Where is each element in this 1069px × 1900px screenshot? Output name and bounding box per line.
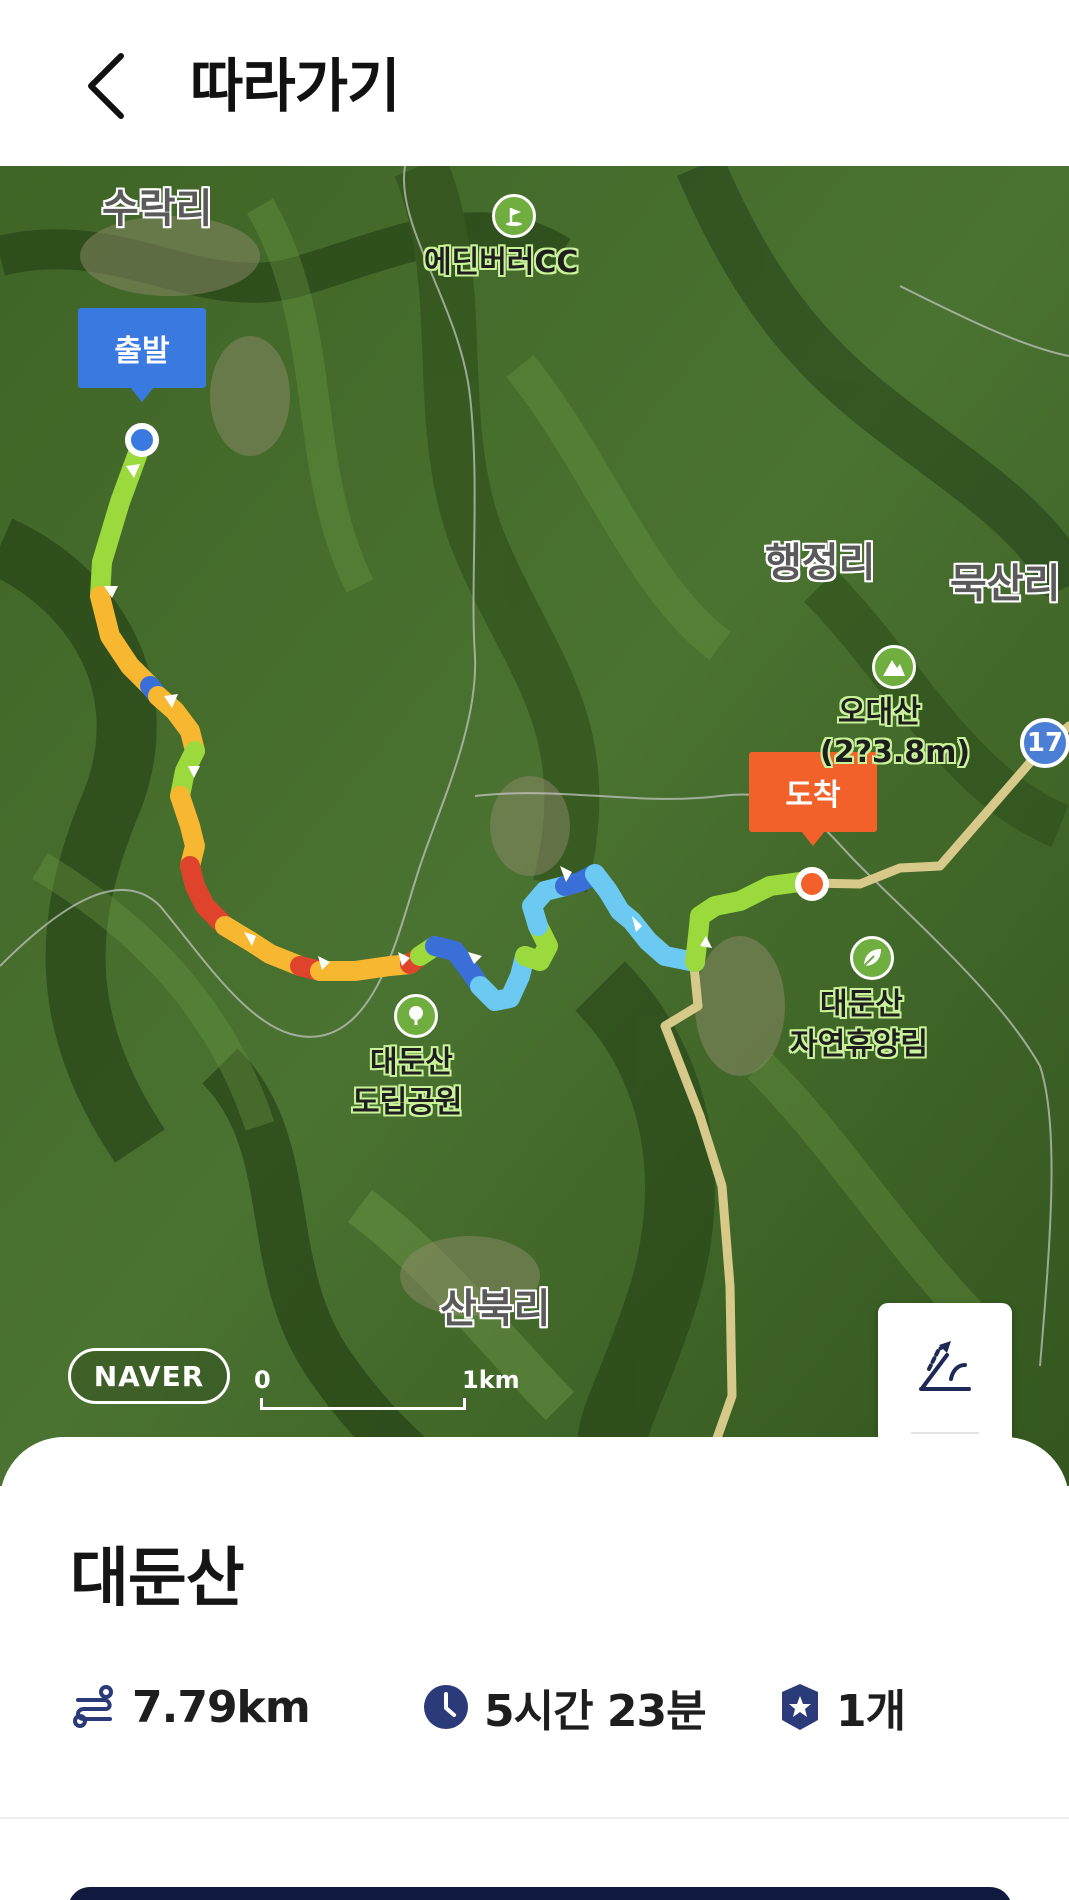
poi-label-park-line2: 도립공원 <box>352 1085 463 1120</box>
chevron-left-icon <box>88 53 124 119</box>
back-button[interactable] <box>70 45 140 127</box>
scale-bar <box>260 1398 466 1410</box>
naver-logo: NAVER <box>68 1348 230 1404</box>
start-follow-button[interactable] <box>68 1887 1012 1900</box>
elevation-profile-button[interactable] <box>878 1303 1012 1431</box>
route-segment-6 <box>170 786 205 876</box>
elevation-profile-icon <box>919 1341 971 1391</box>
golf-poi-icon[interactable] <box>492 194 536 238</box>
poi-label-golf: 에딘버러CC <box>424 245 579 280</box>
route-segment-7 <box>180 856 235 936</box>
route-segment-10 <box>310 954 420 981</box>
golf-flag-icon <box>506 208 522 226</box>
app-header: 따라가기 <box>0 0 1069 166</box>
trail-stats: 7.79km 5시간 23분 1개 <box>70 1672 1030 1742</box>
sheet-divider <box>0 1817 1069 1819</box>
start-point-icon <box>125 423 159 457</box>
route-distance-icon <box>73 1685 113 1728</box>
clock-icon <box>424 1685 468 1729</box>
duration-stat: 5시간 23분 <box>422 1672 707 1742</box>
poi-label-forest-line2: 자연휴양림 <box>790 1027 928 1062</box>
end-marker-label: 도착 <box>785 778 841 813</box>
village-label-sanbuk: 산북리 <box>440 1286 551 1332</box>
village-label-haengjeong: 행정리 <box>765 540 876 586</box>
mountain-poi-icon[interactable] <box>872 645 916 689</box>
park-poi-icon[interactable] <box>394 994 438 1038</box>
poi-label-forest-line1: 대둔산 <box>820 987 903 1022</box>
route-segment-18 <box>585 864 705 972</box>
duration-value: 5시간 23분 <box>484 1686 707 1737</box>
controls-divider <box>911 1432 979 1434</box>
start-marker[interactable]: 출발 <box>78 308 206 402</box>
trail-info-sheet: 대둔산 7.79km 5시간 23분 1개 <box>0 1437 1069 1900</box>
mountain-icon <box>883 660 905 676</box>
village-label-surak: 수락리 <box>102 186 213 232</box>
poi-label-park-line1: 대둔산 <box>370 1045 453 1080</box>
forest-poi-icon[interactable] <box>850 936 894 980</box>
distance-value: 7.79km <box>132 1681 311 1733</box>
map-view[interactable]: 출발 도착 17 수락리 행정리 묵산리 산북리 에딘버러CC 오대산 (2?3… <box>0 166 1069 1486</box>
route-number-badge: 17 <box>1020 718 1069 768</box>
poi-label-peak-height: (2?3.8m) <box>820 735 971 770</box>
tree-icon <box>409 1006 423 1025</box>
badge-star-icon <box>782 1684 818 1730</box>
end-point-icon <box>795 867 829 901</box>
scale-distance-label: 1km <box>462 1366 520 1394</box>
badge-stat: 1개 <box>778 1672 906 1742</box>
route-segment-8 <box>215 916 310 976</box>
poi-label-peak-name: 오대산 <box>838 695 921 730</box>
page-title: 따라가기 <box>190 52 400 120</box>
map-scale: 0 1km <box>250 1366 520 1416</box>
village-label-muksan: 묵산리 <box>950 561 1061 607</box>
badge-count-value: 1개 <box>836 1686 906 1737</box>
route-segment-2 <box>90 586 160 696</box>
start-marker-label: 출발 <box>114 334 170 369</box>
distance-stat: 7.79km <box>70 1672 311 1742</box>
leaf-icon <box>863 949 881 967</box>
trail-name: 대둔산 <box>70 1542 245 1616</box>
scale-zero-label: 0 <box>254 1366 271 1394</box>
